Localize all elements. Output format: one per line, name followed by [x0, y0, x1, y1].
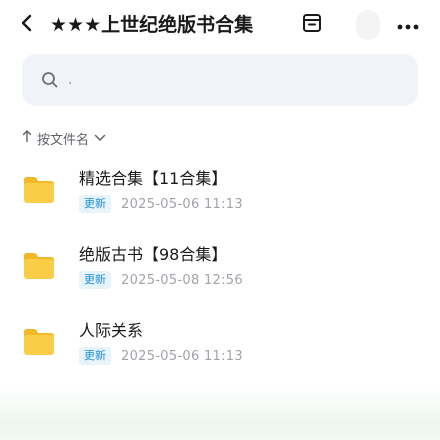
folder-icon — [22, 251, 56, 281]
folder-icon — [22, 175, 56, 205]
more-horizontal-icon — [396, 16, 420, 35]
search-input[interactable] — [66, 71, 390, 89]
list-item[interactable]: 绝版古书【98合集】 更新 2025-05-08 12:56 — [0, 236, 440, 300]
header-bar: ★★★上世纪绝版书合集 — [0, 0, 440, 50]
file-meta: 更新 2025-05-08 12:56 — [79, 271, 243, 289]
sort-control[interactable]: 按文件名 — [22, 128, 106, 148]
file-date: 2025-05-06 11:13 — [121, 348, 243, 364]
folder-icon — [22, 327, 56, 357]
chevron-left-icon — [20, 13, 34, 37]
list-item[interactable]: 精选合集【11合集】 更新 2025-05-06 11:13 — [0, 160, 440, 224]
file-name: 精选合集【11合集】 — [79, 169, 228, 188]
search-icon — [40, 70, 60, 90]
file-date: 2025-05-06 11:13 — [121, 196, 243, 212]
update-badge: 更新 — [79, 271, 111, 289]
file-name: 绝版古书【98合集】 — [79, 245, 228, 264]
sort-arrow-up-icon — [22, 129, 32, 147]
update-badge: 更新 — [79, 195, 111, 213]
app-screen: ★★★上世纪绝版书合集 . 按文件名 精选合集【11合集】 更新 2025-05… — [0, 0, 440, 440]
file-date: 2025-05-08 12:56 — [121, 272, 243, 288]
page-title: ★★★上世纪绝版书合集 — [50, 14, 254, 36]
list-item[interactable]: 人际关系 更新 2025-05-06 11:13 — [0, 312, 440, 376]
file-meta: 更新 2025-05-06 11:13 — [79, 347, 243, 365]
sort-label: 按文件名 — [37, 132, 90, 148]
archive-box-icon — [301, 12, 323, 38]
file-name: 人际关系 — [79, 321, 144, 340]
search-bar[interactable] — [22, 54, 418, 106]
back-button[interactable] — [14, 12, 40, 38]
update-badge: 更新 — [79, 347, 111, 365]
archive-button[interactable] — [299, 12, 325, 38]
file-meta: 更新 2025-05-06 11:13 — [79, 195, 243, 213]
avatar[interactable] — [356, 10, 380, 40]
more-button[interactable] — [394, 13, 422, 37]
chevron-down-icon — [94, 134, 106, 142]
